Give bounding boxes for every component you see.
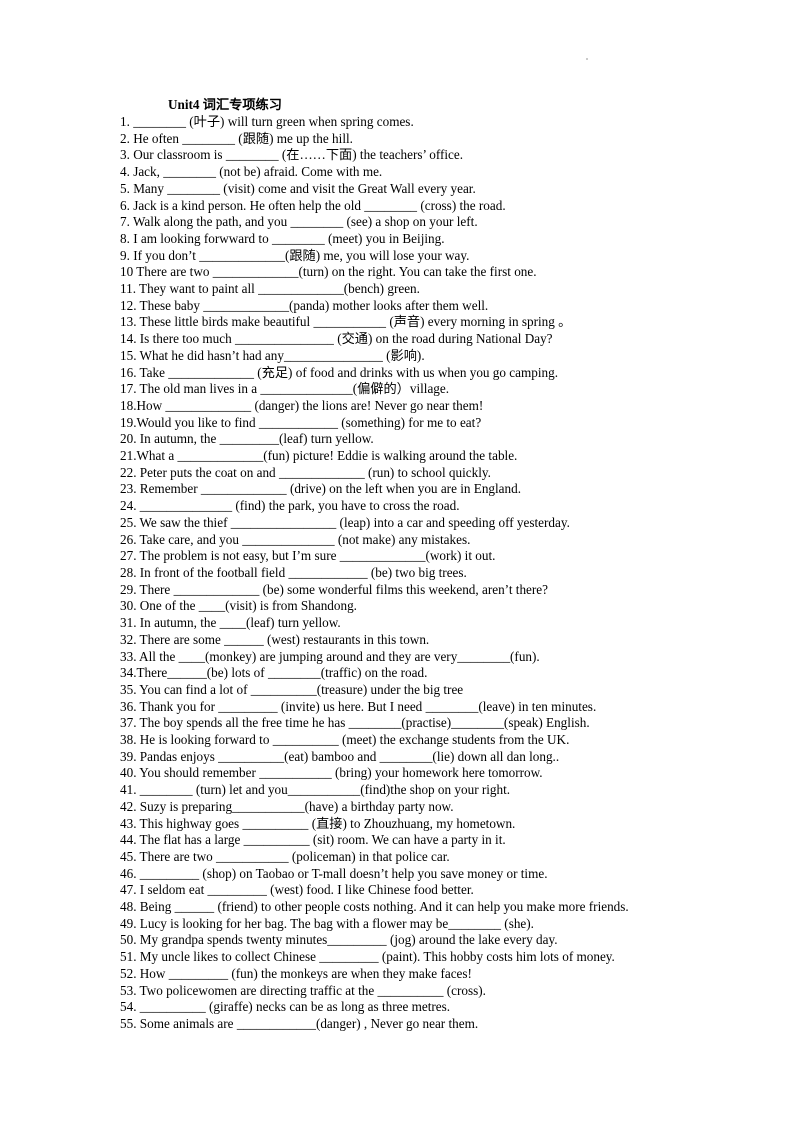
- exercise-item: 20. In autumn, the _________(leaf) turn …: [120, 431, 374, 447]
- exercise-item: 18.How _____________ (danger) the lions …: [120, 397, 484, 413]
- exercise-item: 7. Walk along the path, and you ________…: [120, 214, 478, 230]
- exercise-item: 50. My grandpa spends twenty minutes____…: [120, 932, 558, 948]
- exercise-item: 2. He often ________ (跟随) me up the hill…: [120, 130, 353, 146]
- exercise-item: 51. My uncle likes to collect Chinese __…: [120, 949, 615, 965]
- exercise-item: 10 There are two _____________(turn) on …: [120, 264, 537, 280]
- page-title: Unit4 词汇专项练习: [168, 97, 282, 112]
- exercise-item: 53. Two policewomen are directing traffi…: [120, 982, 486, 998]
- exercise-item: 41. ________ (turn) let and you_________…: [120, 782, 511, 798]
- exercise-item: 21.What a _____________(fun) picture! Ed…: [120, 448, 518, 464]
- exercise-item: 32. There are some ______ (west) restaur…: [120, 631, 430, 647]
- exercise-item: 43. This highway goes __________ (直接) to…: [120, 815, 516, 831]
- exercise-item: 28. In front of the football field _____…: [120, 564, 467, 580]
- exercise-item: 19.Would you like to find ____________ (…: [120, 414, 482, 430]
- exercise-item: 25. We saw the thief ________________ (l…: [120, 514, 570, 530]
- exercise-item: 13. These little birds make beautiful __…: [120, 314, 572, 330]
- exercise-item: 55. Some animals are ____________(danger…: [120, 1015, 479, 1031]
- exercise-item: 17. The old man lives in a _____________…: [120, 381, 450, 397]
- exercise-item: 33. All the ____(monkey) are jumping aro…: [120, 648, 540, 664]
- exercise-item: 27. The problem is not easy, but I’m sur…: [120, 548, 496, 564]
- exercise-item: 39. Pandas enjoys __________(eat) bamboo…: [120, 748, 560, 764]
- exercise-item: 31. In autumn, the ____(leaf) turn yello…: [120, 615, 341, 631]
- exercise-item: 40. You should remember ___________ (bri…: [120, 765, 543, 781]
- exercise-item: 48. Being ______ (friend) to other peopl…: [120, 899, 629, 915]
- exercise-item: 8. I am looking forwward to ________ (me…: [120, 230, 445, 246]
- exercise-item: 11. They want to paint all _____________…: [120, 281, 420, 297]
- exercise-item: 26. Take care, and you ______________ (n…: [120, 531, 471, 547]
- exercise-item: 42. Suzy is preparing___________(have) a…: [120, 798, 454, 814]
- exercise-item: 45. There are two ___________ (policeman…: [120, 848, 450, 864]
- exercise-item: 36. Thank you for _________ (invite) us …: [120, 698, 597, 714]
- exercise-item: 5. Many ________ (visit) come and visit …: [120, 180, 476, 196]
- document-page: Unit4 词汇专项练习 1. ________ (叶子) will turn …: [0, 0, 794, 1123]
- exercise-item: 34.There______(be) lots of ________(traf…: [120, 665, 428, 681]
- exercise-item: 47. I seldom eat _________ (west) food. …: [120, 882, 474, 898]
- scan-artifact-speck: [586, 58, 588, 60]
- exercise-item: 49. Lucy is looking for her bag. The bag…: [120, 915, 534, 931]
- exercise-item: 1. ________ (叶子) will turn green when sp…: [120, 114, 414, 129]
- exercise-item: 12. These baby _____________(panda) moth…: [120, 297, 489, 313]
- exercise-item: 37. The boy spends all the free time he …: [120, 715, 590, 731]
- exercise-item: 24. ______________ (find) the park, you …: [120, 498, 460, 514]
- exercise-item: 4. Jack, ________ (not be) afraid. Come …: [120, 164, 383, 180]
- exercise-item: 54. __________ (giraffe) necks can be as…: [120, 999, 451, 1015]
- exercise-item: 44. The flat has a large __________ (sit…: [120, 832, 506, 848]
- exercise-item: 9. If you don’t _____________(跟随) me, yo…: [120, 247, 470, 263]
- exercise-item: 46. _________ (shop) on Taobao or T-mall…: [120, 865, 548, 881]
- exercise-item: 38. He is looking forward to __________ …: [120, 732, 570, 748]
- exercise-item: 16. Take _____________ (充足) of food and …: [120, 364, 558, 380]
- exercise-item: 22. Peter puts the coat on and _________…: [120, 464, 491, 480]
- exercise-item: 6. Jack is a kind person. He often help …: [120, 197, 506, 213]
- exercise-item: 14. Is there too much _______________ (交…: [120, 331, 553, 347]
- exercise-item: 52. How _________ (fun) the monkeys are …: [120, 965, 472, 981]
- exercise-item: 3. Our classroom is ________ (在……下面) the…: [120, 147, 464, 163]
- exercise-item: 23. Remember _____________ (drive) on th…: [120, 481, 522, 497]
- exercise-item: 15. What he did hasn’t had any__________…: [120, 347, 425, 363]
- exercise-item: 30. One of the ____(visit) is from Shand…: [120, 598, 357, 614]
- exercise-item: 35. You can find a lot of __________(tre…: [120, 681, 464, 697]
- exercise-item: 29. There _____________ (be) some wonder…: [120, 581, 548, 597]
- exercise-list: 1. ________ (叶子) will turn green when sp…: [120, 114, 780, 1033]
